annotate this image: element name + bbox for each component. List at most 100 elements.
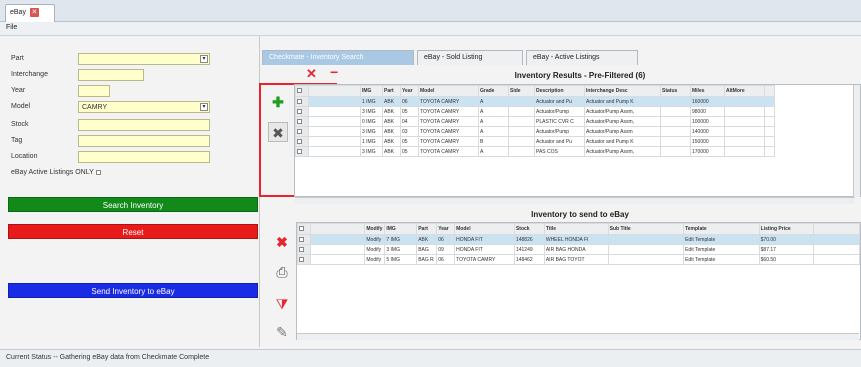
send-cell[interactable]: BAG R bbox=[416, 254, 438, 265]
inventory-cell[interactable]: 1 IMG bbox=[360, 136, 383, 147]
row-checkbox[interactable] bbox=[297, 254, 311, 265]
send-cell[interactable]: AIR BAG HONDA bbox=[543, 244, 609, 255]
col-listing-price[interactable]: Listing Price bbox=[758, 223, 815, 235]
inventory-cell[interactable]: Actuator and Pu bbox=[534, 136, 585, 147]
inventory-cell[interactable]: 05 bbox=[400, 106, 419, 117]
window-tab[interactable]: eBay ✕ bbox=[5, 4, 55, 22]
send-cell[interactable]: 148462 bbox=[513, 254, 545, 265]
inventory-cell[interactable]: ABK bbox=[382, 96, 401, 107]
model-combo[interactable]: CAMRY ▾ bbox=[78, 101, 210, 113]
inventory-cell[interactable]: PAS COS bbox=[534, 146, 585, 157]
send-row[interactable]: Modify 5 IMG BAG R 06 TOYOTA CAMRY 148462 AIR … bbox=[297, 254, 860, 265]
delete-icon[interactable]: ✖ bbox=[272, 232, 292, 252]
inventory-cell[interactable]: 160000 bbox=[690, 96, 725, 107]
col-description[interactable]: Description bbox=[534, 85, 585, 97]
inventory-cell[interactable] bbox=[660, 146, 691, 157]
inventory-cell[interactable]: Actuator/Pump Assm, bbox=[584, 116, 661, 127]
send-cell[interactable]: 7 IMG bbox=[384, 234, 418, 245]
row-checkbox[interactable] bbox=[297, 234, 311, 245]
col-model[interactable]: Model bbox=[418, 85, 479, 97]
inventory-cell[interactable]: 04 bbox=[400, 116, 419, 127]
inventory-cell[interactable]: B bbox=[478, 136, 509, 147]
inventory-cell[interactable]: TOYOTA CAMRY bbox=[418, 96, 479, 107]
send-cell[interactable]: 148826 bbox=[513, 234, 545, 245]
inventory-cell[interactable]: 05 bbox=[400, 136, 419, 147]
inventory-cell[interactable]: TOYOTA CAMRY bbox=[418, 136, 479, 147]
add-icon[interactable]: ✚ bbox=[268, 92, 288, 112]
inventory-cell[interactable] bbox=[724, 116, 765, 127]
stock-field[interactable] bbox=[78, 119, 210, 131]
send-cell[interactable]: Modify bbox=[364, 254, 386, 265]
inventory-cell[interactable] bbox=[508, 126, 535, 137]
send-cell[interactable]: Edit Template bbox=[683, 234, 760, 245]
inventory-cell[interactable] bbox=[660, 106, 691, 117]
reset-button[interactable]: Reset bbox=[8, 224, 258, 239]
inventory-cell[interactable] bbox=[724, 146, 765, 157]
row-checkbox[interactable] bbox=[295, 136, 309, 147]
inventory-cell[interactable] bbox=[508, 136, 535, 147]
send-inventory-button[interactable]: Send Inventory to eBay bbox=[8, 283, 258, 298]
send-hscroll[interactable] bbox=[297, 333, 859, 340]
inventory-cell[interactable]: ABK bbox=[382, 116, 401, 127]
inventory-cell[interactable]: 1 IMG bbox=[360, 96, 383, 107]
send-cell[interactable]: WHEEL HONDA FI bbox=[543, 234, 609, 245]
inventory-cell[interactable] bbox=[660, 126, 691, 137]
tag-field[interactable] bbox=[78, 135, 210, 147]
col-img[interactable]: IMG bbox=[360, 85, 383, 97]
inventory-cell[interactable]: Actuator and Pump K bbox=[584, 136, 661, 147]
send-cell[interactable]: Modify bbox=[364, 244, 386, 255]
inventory-cell[interactable]: ABK bbox=[382, 106, 401, 117]
inventory-cell[interactable]: TOYOTA CAMRY bbox=[418, 106, 479, 117]
send-cell[interactable]: $70.00 bbox=[758, 234, 815, 245]
inventory-cell[interactable]: A bbox=[478, 146, 509, 157]
send-cell[interactable]: 141249 bbox=[513, 244, 545, 255]
send-cell[interactable]: HONDA FIT bbox=[454, 234, 515, 245]
inventory-cell[interactable] bbox=[660, 96, 691, 107]
inventory-cell[interactable]: 100000 bbox=[690, 116, 725, 127]
inventory-cell[interactable] bbox=[724, 136, 765, 147]
inventory-row[interactable]: 1 IMG ABK 06 TOYOTA CAMRY A Actuator and Pu Ac… bbox=[295, 96, 775, 107]
inventory-cell[interactable]: 150000 bbox=[690, 136, 725, 147]
tab-ebay-active[interactable]: eBay - Active Listings bbox=[526, 50, 638, 65]
inventory-cell[interactable]: ABK bbox=[382, 146, 401, 157]
inventory-cell[interactable]: ABK bbox=[382, 136, 401, 147]
col-title[interactable]: Title bbox=[543, 223, 609, 235]
col-model[interactable]: Model bbox=[454, 223, 515, 235]
inventory-cell[interactable]: A bbox=[478, 96, 509, 107]
send-cell[interactable]: Edit Template bbox=[683, 244, 760, 255]
inventory-cell[interactable] bbox=[508, 106, 535, 117]
send-cell[interactable]: 5 IMG bbox=[384, 254, 418, 265]
send-cell[interactable]: Edit Template bbox=[683, 254, 760, 265]
inventory-cell[interactable]: A bbox=[478, 116, 509, 127]
row-checkbox[interactable] bbox=[295, 146, 309, 157]
edit-icon[interactable]: ✎ bbox=[272, 322, 292, 342]
inventory-cell[interactable]: 98000 bbox=[690, 106, 725, 117]
col-grade[interactable]: Grade bbox=[478, 85, 509, 97]
active-only-label[interactable]: eBay Active Listings ONLY bbox=[11, 169, 101, 176]
inventory-cell[interactable] bbox=[508, 116, 535, 127]
col-interchange-desc[interactable]: Interchange Desc bbox=[584, 85, 661, 97]
inventory-cell[interactable]: ABK bbox=[382, 126, 401, 137]
col-part[interactable]: Part bbox=[416, 223, 438, 235]
send-cell[interactable]: 06 bbox=[436, 254, 456, 265]
send-cell[interactable]: AIR BAG TOYOT bbox=[543, 254, 609, 265]
inventory-cell[interactable] bbox=[724, 126, 765, 137]
inventory-row[interactable]: 3 IMG ABK 03 TOYOTA CAMRY A Actuator/Pump Actu… bbox=[295, 126, 775, 137]
inventory-cell[interactable] bbox=[660, 136, 691, 147]
inventory-cell[interactable]: Actuator and Pump K bbox=[584, 96, 661, 107]
send-cell[interactable]: BAG bbox=[416, 244, 438, 255]
send-cell[interactable]: HONDA FIT bbox=[454, 244, 515, 255]
inventory-cell[interactable]: Actuator/Pump Assm, bbox=[584, 146, 661, 157]
inventory-cell[interactable]: TOYOTA CAMRY bbox=[418, 126, 479, 137]
send-cell[interactable]: 3 IMG bbox=[384, 244, 418, 255]
send-row[interactable]: Modify 7 IMG ABK 06 HONDA FIT 148826 WHEEL HON… bbox=[297, 234, 860, 245]
row-checkbox[interactable] bbox=[295, 106, 309, 117]
inventory-cell[interactable]: 03 bbox=[400, 126, 419, 137]
send-cell[interactable]: Modify bbox=[364, 234, 386, 245]
row-checkbox[interactable] bbox=[295, 96, 309, 107]
inventory-cell[interactable]: 05 bbox=[400, 146, 419, 157]
inventory-cell[interactable]: 0 IMG bbox=[360, 116, 383, 127]
inventory-row[interactable]: 0 IMG ABK 04 TOYOTA CAMRY A PLASTIC CVR C Actu… bbox=[295, 116, 775, 127]
row-checkbox[interactable] bbox=[297, 244, 311, 255]
inventory-hscroll[interactable] bbox=[295, 197, 855, 204]
